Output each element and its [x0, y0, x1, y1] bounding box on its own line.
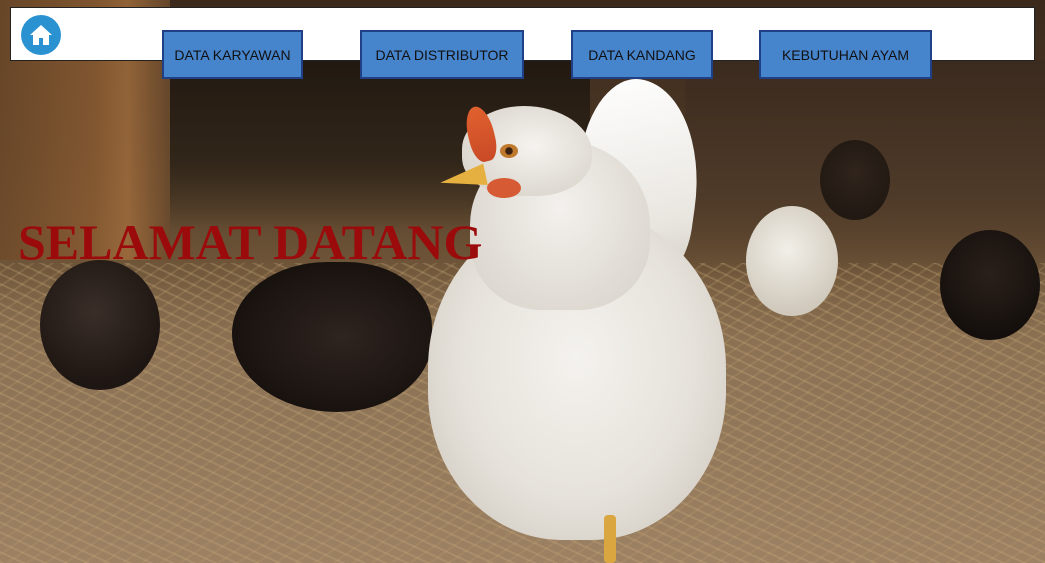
home-icon-glyph	[30, 25, 52, 45]
page: DATA KARYAWAN DATA DISTRIBUTOR DATA KAND…	[0, 0, 1045, 563]
home-button[interactable]	[16, 11, 66, 59]
nav-data-distributor-button[interactable]: DATA DISTRIBUTOR	[360, 30, 524, 79]
hen-eye	[500, 144, 518, 158]
nav-data-kandang-button[interactable]: DATA KANDANG	[571, 30, 713, 79]
background-chick	[40, 260, 160, 390]
hen-leg	[604, 515, 616, 563]
home-icon[interactable]	[21, 15, 61, 55]
nav-data-karyawan-button[interactable]: DATA KARYAWAN	[162, 30, 303, 79]
hen-wattle	[487, 178, 521, 198]
background-chick	[940, 230, 1040, 340]
nav-kebutuhan-ayam-button[interactable]: KEBUTUHAN AYAM	[759, 30, 932, 79]
background-chick	[820, 140, 890, 220]
welcome-heading: SELAMAT DATANG	[18, 214, 483, 270]
background-chick	[746, 206, 838, 316]
